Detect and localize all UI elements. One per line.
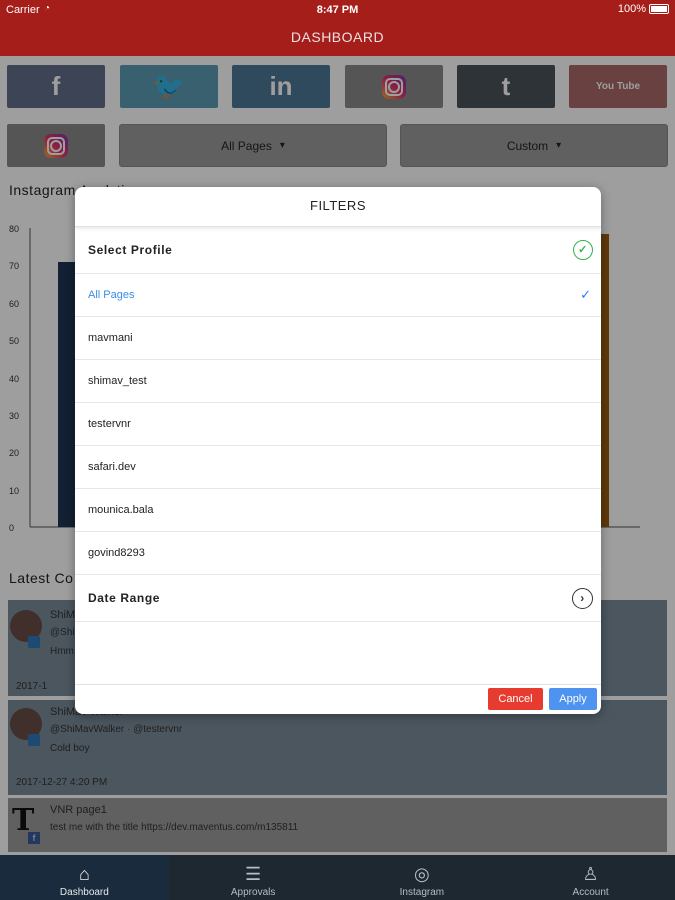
- chevron-right-icon: ›: [572, 587, 593, 609]
- battery-percent: 100%: [617, 3, 646, 15]
- modal-footer: Cancel Apply: [75, 684, 601, 714]
- profile-option-mavmani[interactable]: mavmani: [75, 317, 601, 360]
- select-profile-header[interactable]: Select Profile ✓: [75, 227, 601, 274]
- profile-option-safari-dev[interactable]: safari.dev: [75, 446, 601, 489]
- tab-label: Approvals: [230, 887, 276, 898]
- tab-label: Dashboard: [59, 887, 109, 898]
- profile-option-label: safari.dev: [88, 461, 136, 473]
- tab-approvals[interactable]: ☰ Approvals: [169, 855, 338, 900]
- filters-modal: FILTERS Select Profile ✓ All Pages ✓ mav…: [75, 187, 601, 714]
- clock: 8:47 PM: [316, 4, 359, 16]
- profile-option-label: mavmani: [88, 332, 133, 344]
- home-icon: ⌂: [78, 864, 90, 884]
- status-bar: Carrier ◔ 8:47 PM 100%: [0, 0, 675, 20]
- profile-option-label: All Pages: [88, 289, 135, 301]
- list-icon: ☰: [245, 864, 262, 884]
- apply-button[interactable]: Apply: [549, 688, 597, 710]
- page-title: DASHBOARD: [0, 20, 675, 56]
- tab-instagram[interactable]: ◎ Instagram: [338, 855, 507, 900]
- date-range-row[interactable]: Date Range ›: [75, 575, 601, 622]
- instagram-icon: ◎: [414, 864, 430, 884]
- profile-option-label: testervnr: [88, 418, 131, 430]
- battery-icon: [649, 4, 669, 14]
- cancel-button[interactable]: Cancel: [488, 688, 543, 710]
- select-profile-label: Select Profile: [88, 243, 173, 257]
- profile-option-govind8293[interactable]: govind8293: [75, 532, 601, 575]
- check-circle-icon: ✓: [573, 240, 593, 260]
- person-icon: ♙: [582, 864, 599, 884]
- profile-option-label: mounica.bala: [88, 504, 154, 516]
- tab-dashboard[interactable]: ⌂ Dashboard: [0, 855, 169, 900]
- tab-bar: ⌂ Dashboard ☰ Approvals ◎ Instagram ♙ Ac…: [0, 855, 675, 900]
- profile-option-testervnr[interactable]: testervnr: [75, 403, 601, 446]
- profile-option-all-pages[interactable]: All Pages ✓: [75, 274, 601, 317]
- tab-label: Account: [572, 887, 609, 898]
- date-range-label: Date Range: [88, 591, 161, 605]
- battery-indicator: 100%: [618, 3, 669, 15]
- profile-option-shimav-test[interactable]: shimav_test: [75, 360, 601, 403]
- profile-option-label: shimav_test: [88, 375, 147, 387]
- modal-title: FILTERS: [75, 187, 601, 227]
- tab-account[interactable]: ♙ Account: [506, 855, 675, 900]
- checkmark-icon: ✓: [580, 287, 591, 302]
- profile-option-mounica-bala[interactable]: mounica.bala: [75, 489, 601, 532]
- profile-option-label: govind8293: [88, 547, 145, 559]
- tab-label: Instagram: [399, 887, 445, 898]
